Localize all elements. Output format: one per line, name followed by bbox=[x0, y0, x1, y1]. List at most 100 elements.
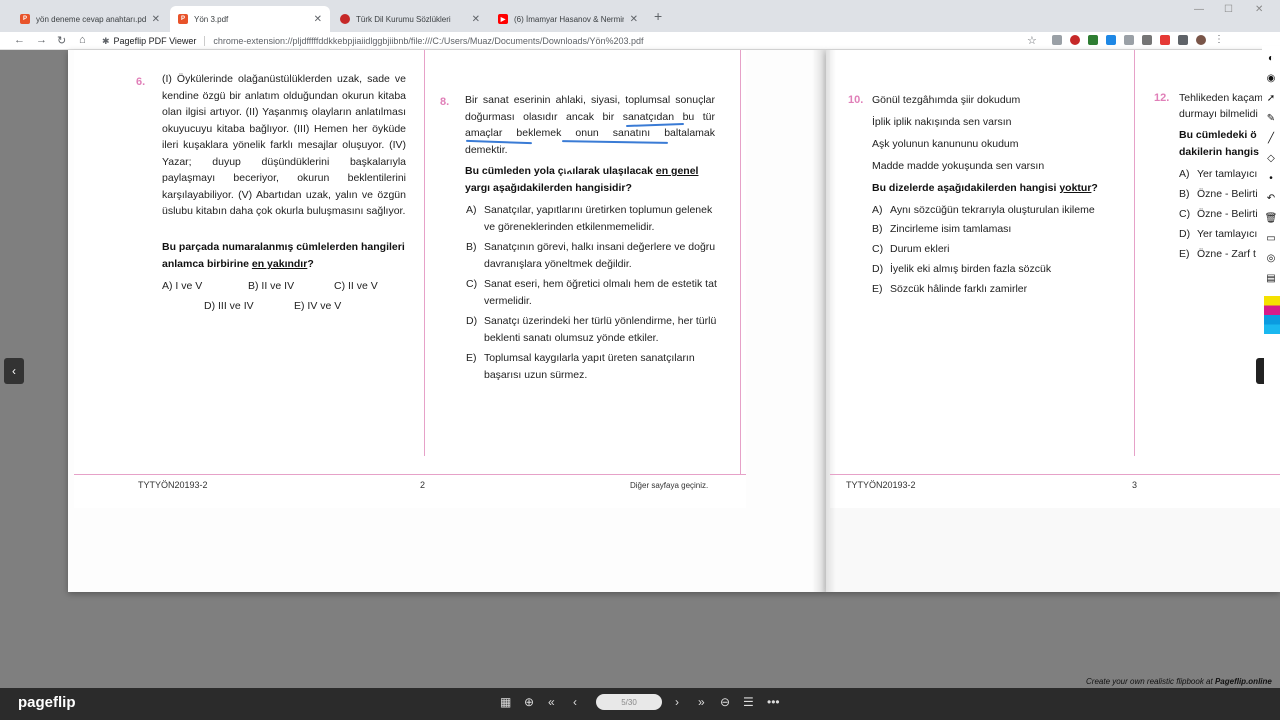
browser-toolbar: ← → ↻ ⌂ ✱ Pageflip PDF Viewer chrome-ext… bbox=[0, 32, 1280, 50]
extension-icon[interactable] bbox=[1070, 35, 1080, 45]
next-page-icon[interactable]: › bbox=[675, 695, 679, 709]
address-bar[interactable]: ✱ Pageflip PDF Viewer chrome-extension:/… bbox=[102, 33, 1046, 49]
color-palette[interactable] bbox=[1264, 296, 1280, 334]
pageflip-credit[interactable]: Create your own realistic flipbook at Pa… bbox=[1086, 677, 1272, 686]
close-icon[interactable]: ✕ bbox=[472, 14, 480, 25]
forward-icon[interactable]: → bbox=[36, 34, 47, 46]
trash-icon[interactable]: 🗑 bbox=[1265, 210, 1278, 226]
tab-label: (6) İmamyar Hasanov & Nermine bbox=[514, 14, 624, 24]
maximize-icon[interactable]: ☐ bbox=[1224, 4, 1233, 15]
question-12-prompt: dakilerin hangis bbox=[1179, 146, 1259, 158]
table-of-contents-icon[interactable]: ☰ bbox=[743, 695, 754, 709]
close-icon[interactable]: ✕ bbox=[630, 14, 638, 25]
option-d[interactable]: D) Sanatçı üzerindeki her türlü yönlendir… bbox=[466, 313, 718, 346]
footer-next-page: Diğer sayfaya geçiniz. bbox=[630, 481, 709, 490]
option-e[interactable]: E) Sözcük hâlinde farklı zamirler bbox=[872, 281, 1027, 298]
option-c[interactable]: C) II ve V bbox=[334, 278, 378, 295]
next-page-tab[interactable] bbox=[1256, 358, 1264, 384]
minimize-icon[interactable]: — bbox=[1194, 4, 1204, 15]
footer-rule bbox=[830, 474, 1280, 475]
menu-dots-icon[interactable]: ⋮ bbox=[1214, 35, 1224, 45]
zoom-out-icon[interactable]: ⊖ bbox=[720, 695, 730, 709]
home-icon[interactable]: ⌂ bbox=[79, 34, 86, 46]
window-close-icon[interactable]: ✕ bbox=[1255, 4, 1263, 15]
option-b[interactable]: B) II ve IV bbox=[248, 278, 294, 295]
column-divider bbox=[424, 50, 425, 456]
option-c[interactable]: C) Özne - Belirti bbox=[1179, 206, 1258, 223]
tdk-icon bbox=[340, 14, 350, 24]
previous-page-arrow-icon[interactable]: ‹ bbox=[4, 358, 24, 384]
book-spine bbox=[812, 50, 836, 592]
pageflip-logo: pageflip bbox=[18, 694, 76, 711]
first-page-icon[interactable]: « bbox=[548, 695, 555, 709]
eye-icon[interactable]: ◉ bbox=[1267, 70, 1276, 86]
zoom-in-icon[interactable]: ⊕ bbox=[524, 695, 534, 709]
dot-icon[interactable]: • bbox=[1269, 170, 1273, 186]
undo-icon[interactable]: ↶ bbox=[1267, 190, 1275, 206]
camera-icon[interactable]: ◎ bbox=[1267, 250, 1276, 266]
option-d[interactable]: D) Yer tamlayıcı bbox=[1179, 226, 1257, 243]
more-options-icon[interactable]: ••• bbox=[767, 695, 780, 709]
question-8-prompt: Bu cümleden yola çıkılarak ulaşılacak en… bbox=[465, 165, 699, 194]
eraser-icon[interactable]: ◇ bbox=[1267, 150, 1275, 166]
previous-page-icon[interactable]: ‹ bbox=[573, 695, 577, 709]
option-e[interactable]: E) Toplumsal kaygılarla yapıt üreten sana… bbox=[466, 350, 718, 383]
back-icon[interactable]: ← bbox=[14, 34, 25, 46]
option-b[interactable]: B) Zincirleme isim tamlaması bbox=[872, 221, 1011, 238]
extension-icon[interactable] bbox=[1088, 35, 1098, 45]
question-number: 12. bbox=[1154, 92, 1170, 104]
avatar[interactable] bbox=[1196, 35, 1206, 45]
line-icon[interactable]: ╱ bbox=[1268, 130, 1274, 146]
extension-icon[interactable] bbox=[1052, 35, 1062, 45]
question-number: 10. bbox=[848, 94, 864, 106]
close-icon[interactable]: ✕ bbox=[152, 14, 160, 25]
question-12-prompt: Bu cümledeki ö bbox=[1179, 129, 1257, 141]
option-d[interactable]: D) III ve IV bbox=[204, 298, 254, 315]
monitor-icon[interactable]: ▭ bbox=[1266, 230, 1275, 246]
page-number-input[interactable]: 5/30 bbox=[596, 694, 662, 710]
option-e[interactable]: E) Özne - Zarf t bbox=[1179, 246, 1256, 263]
close-icon[interactable]: ✕ bbox=[314, 14, 322, 25]
column-divider bbox=[1134, 50, 1135, 456]
footer-code: TYTYÖN20193-2 bbox=[138, 480, 208, 490]
bookmark-star-icon[interactable]: ☆ bbox=[1027, 34, 1037, 47]
extension-icon[interactable] bbox=[1142, 35, 1152, 45]
option-a[interactable]: A) Yer tamlayıcı bbox=[1179, 166, 1257, 183]
reload-icon[interactable]: ↻ bbox=[57, 34, 66, 47]
option-b[interactable]: B) Sanatçının görevi, halkı insani değerl… bbox=[466, 239, 718, 272]
tab-label: Yön 3.pdf bbox=[194, 14, 229, 24]
divider bbox=[204, 36, 206, 46]
question-10-prompt: Bu dizelerde aşağıdakilerden hangisi yok… bbox=[872, 182, 1098, 194]
question-12-line: Tehlikeden kaçam bbox=[1179, 92, 1262, 104]
option-c[interactable]: C) Durum ekleri bbox=[872, 241, 950, 258]
option-e[interactable]: E) IV ve V bbox=[294, 298, 341, 315]
extension-icon[interactable] bbox=[1106, 35, 1116, 45]
new-tab-button[interactable]: + bbox=[654, 8, 662, 24]
extension-icon[interactable] bbox=[1160, 35, 1170, 45]
question-number: 6. bbox=[136, 76, 146, 88]
option-b[interactable]: B) Özne - Belirti bbox=[1179, 186, 1258, 203]
tab-tdk[interactable]: Türk Dil Kurumu Sözlükleri ✕ bbox=[332, 6, 488, 32]
url-text: chrome-extension://pljdfffffddkkebpjiaii… bbox=[213, 36, 644, 46]
poem-line: İplik iplik nakışında sen varsın bbox=[872, 116, 1012, 128]
option-a[interactable]: A) Aynı sözcüğün tekrarıyla oluşturulan i… bbox=[872, 202, 1095, 219]
option-d[interactable]: D) İyelik eki almış birden fazla sözcük bbox=[872, 261, 1051, 278]
viewer-bottom-bar: pageflip ▦ ⊕ « ‹ 5/30 › » ⊖ ☰ ••• bbox=[0, 688, 1280, 720]
option-a[interactable]: A) I ve V bbox=[162, 278, 202, 295]
option-a[interactable]: A) Sanatçılar, yapıtlarını üretirken topl… bbox=[466, 202, 718, 235]
tab-answer-key[interactable]: P yön deneme cevap anahtarı.pdf ✕ bbox=[12, 6, 168, 32]
extension-icon[interactable] bbox=[1124, 35, 1134, 45]
extension-icon[interactable] bbox=[1178, 35, 1188, 45]
tab-youtube[interactable]: ▶ (6) İmamyar Hasanov & Nermine ✕ bbox=[490, 6, 646, 32]
tab-label: Türk Dil Kurumu Sözlükleri bbox=[356, 14, 451, 24]
clipboard-icon[interactable]: ▤ bbox=[1266, 270, 1275, 286]
question-12-clip: 12. Tehlikeden kaçam durmayı bilmelidi B… bbox=[1150, 86, 1262, 316]
tab-yon3-pdf[interactable]: P Yön 3.pdf ✕ bbox=[170, 6, 330, 32]
last-page-icon[interactable]: » bbox=[698, 695, 705, 709]
option-c[interactable]: C) Sanat eseri, hem öğretici olmalı hem d… bbox=[466, 276, 718, 309]
pen-icon[interactable]: ✎ bbox=[1267, 110, 1275, 126]
cursor-arrow-icon[interactable]: ➚ bbox=[1267, 90, 1275, 106]
lightbulb-icon[interactable]: ◐ bbox=[1268, 50, 1274, 66]
pdf-icon: P bbox=[20, 14, 30, 24]
thumbnails-icon[interactable]: ▦ bbox=[500, 695, 511, 709]
